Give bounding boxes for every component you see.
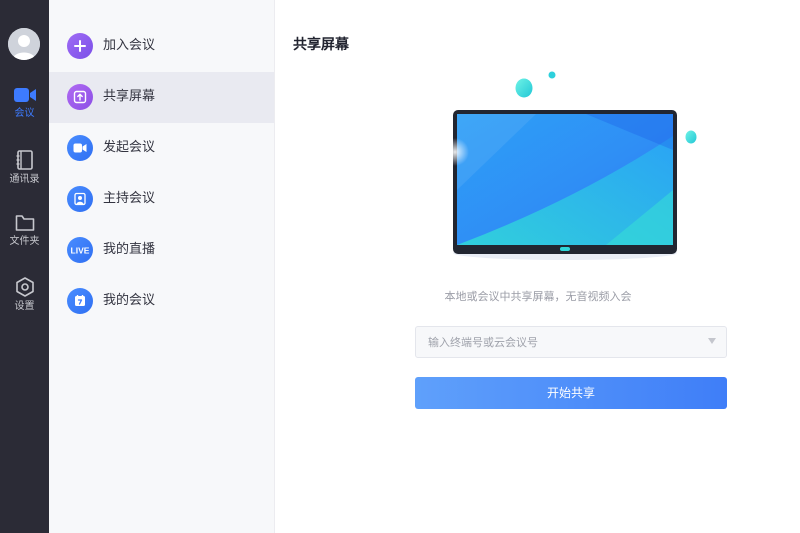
rail-item-folder[interactable]: 文件夹 — [0, 214, 49, 248]
contacts-book-icon — [16, 150, 33, 170]
menu-item-host-meeting[interactable]: 主持会议 — [49, 174, 274, 225]
video-camera-icon — [67, 135, 93, 161]
left-rail: 会议 通讯录 文件夹 设置 — [0, 0, 49, 533]
host-user-icon — [67, 186, 93, 212]
rail-item-label: 文件夹 — [9, 236, 40, 247]
menu-item-label: 共享屏幕 — [103, 89, 156, 104]
main-content: 共享屏幕 本地或会议中共享屏幕，无音视频入会 输入终端号或云会议号 开始共享 — [276, 0, 800, 533]
menu-item-start-meeting[interactable]: 发起会议 — [49, 123, 274, 174]
rail-item-meeting[interactable]: 会议 — [0, 86, 49, 120]
rail-item-contacts[interactable]: 通讯录 — [0, 150, 49, 186]
screen-share-illustration — [441, 71, 697, 260]
settings-hexagon-icon — [15, 277, 34, 297]
menu-item-label: 主持会议 — [103, 191, 156, 206]
menu-item-label: 我的会议 — [103, 293, 156, 308]
avatar[interactable] — [8, 28, 40, 60]
menu-item-label: 加入会议 — [103, 38, 156, 53]
conference-number-input[interactable] — [416, 327, 696, 357]
rail-item-label: 设置 — [14, 301, 35, 312]
plus-icon — [67, 33, 93, 59]
conference-number-select[interactable] — [415, 326, 727, 358]
chevron-down-icon[interactable] — [708, 338, 716, 344]
menu-item-label: 发起会议 — [103, 140, 156, 155]
description-text: 本地或会议中共享屏幕，无音视频入会 — [444, 290, 632, 303]
menu-item-my-live[interactable]: LIVE 我的直播 — [49, 225, 274, 276]
share-screen-icon — [67, 84, 93, 110]
menu-item-label: 我的直播 — [103, 242, 156, 257]
folder-icon — [15, 215, 34, 231]
user-avatar-icon — [8, 28, 40, 60]
rail-item-settings[interactable]: 设置 — [0, 277, 49, 313]
menu-item-share-screen[interactable]: 共享屏幕 — [49, 72, 274, 123]
calendar-icon — [67, 288, 93, 314]
menu-item-my-meetings[interactable]: 我的会议 — [49, 276, 274, 327]
svg-text:LIVE: LIVE — [71, 246, 90, 256]
menu-item-join-meeting[interactable]: 加入会议 — [49, 21, 274, 72]
live-icon: LIVE — [67, 237, 93, 263]
rail-item-label: 会议 — [14, 108, 35, 119]
rail-item-label: 通讯录 — [9, 174, 40, 185]
video-camera-icon — [13, 88, 36, 102]
start-sharing-button[interactable]: 开始共享 — [415, 377, 727, 409]
meeting-menu: 加入会议 共享屏幕 发起会议 主持会议 LIVE 我的直播 我的会议 — [49, 0, 275, 533]
